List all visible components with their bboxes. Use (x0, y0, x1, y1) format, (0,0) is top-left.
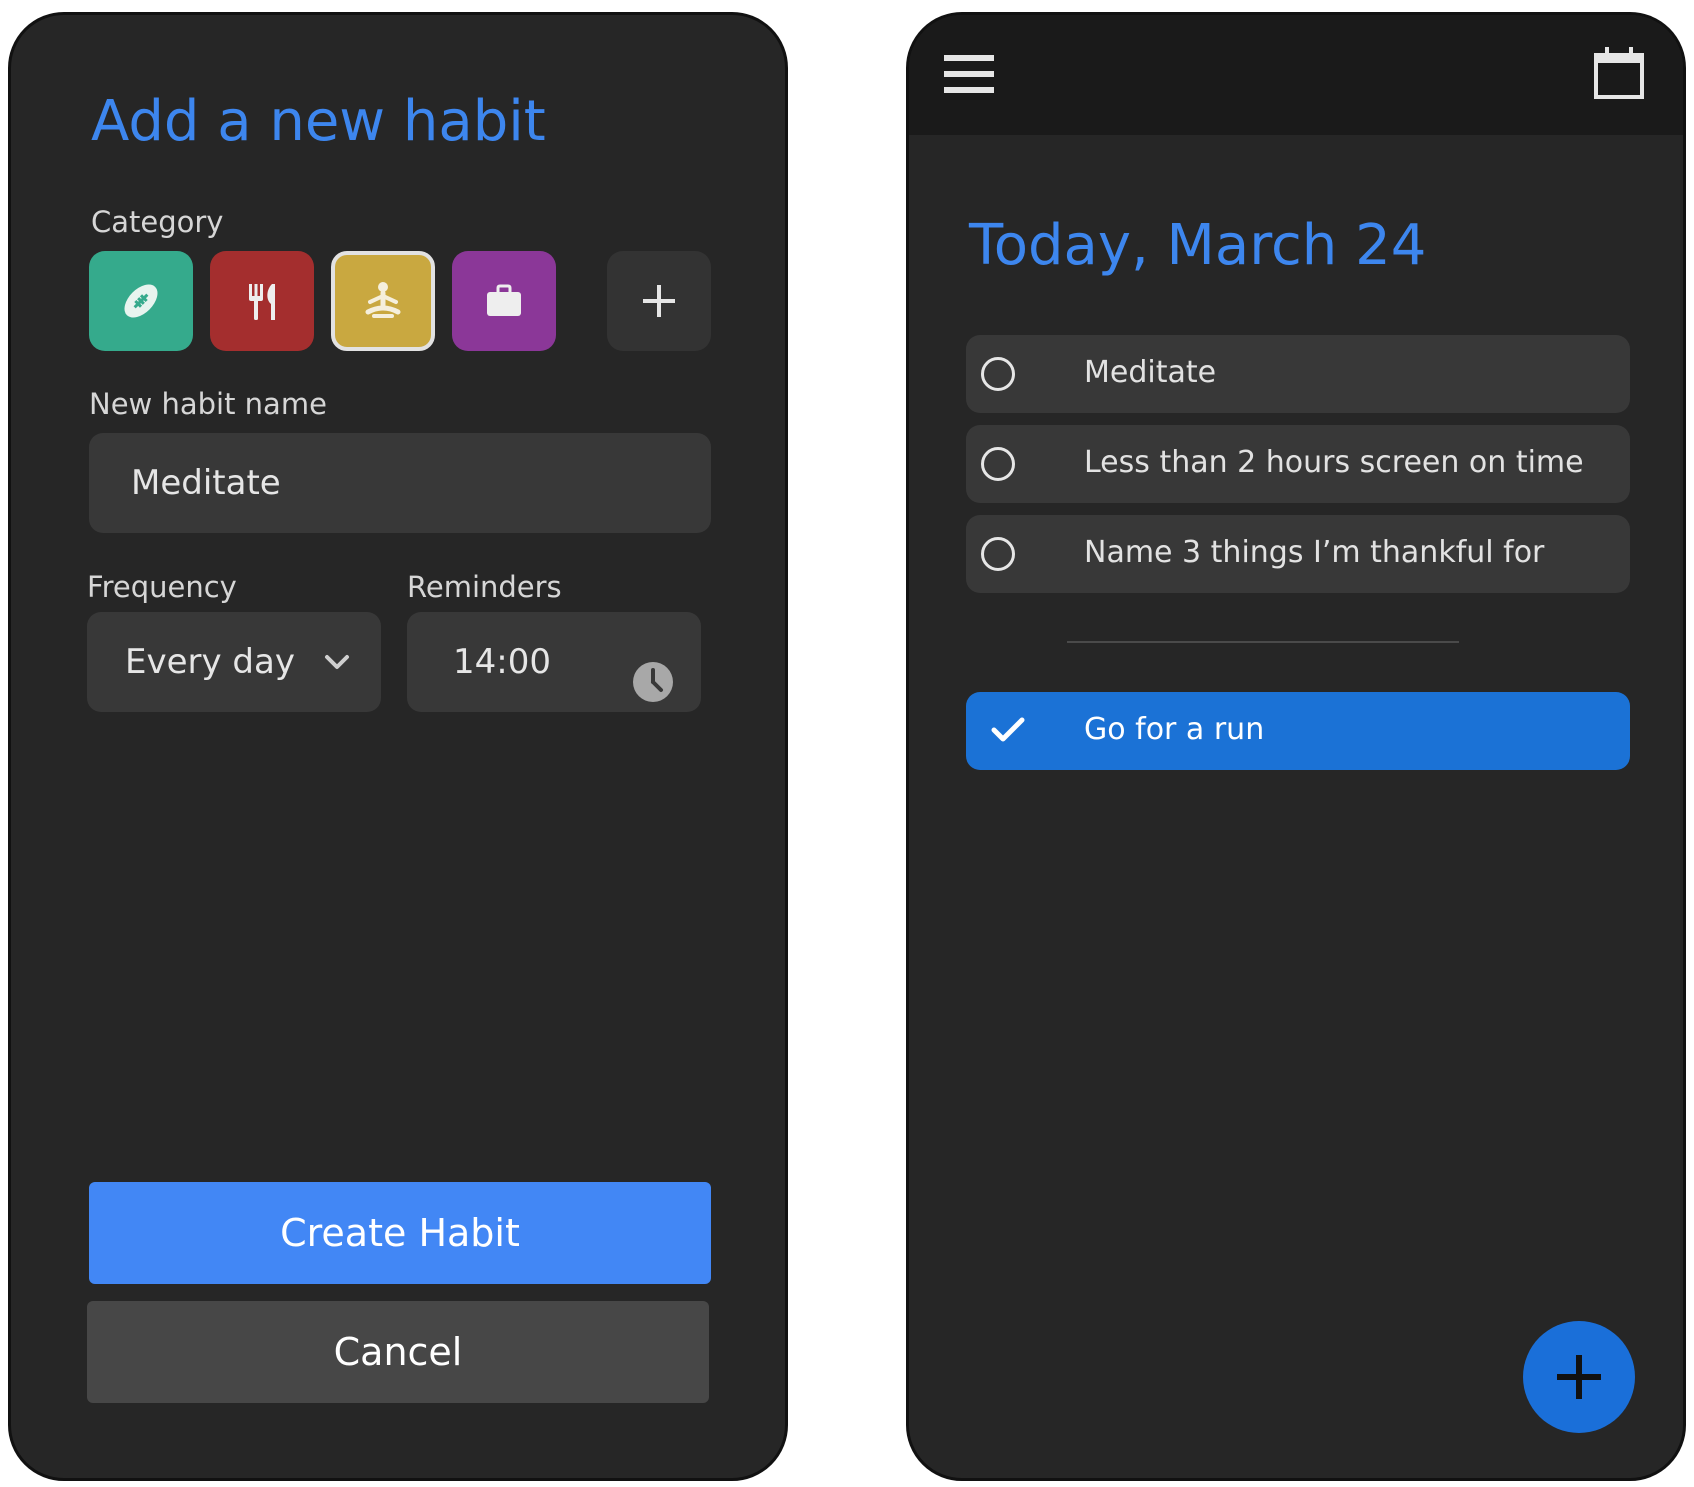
cancel-button[interactable]: Cancel (87, 1301, 709, 1403)
briefcase-icon (487, 284, 521, 316)
category-work-button[interactable] (452, 251, 556, 351)
divider (1067, 641, 1459, 643)
habit-row[interactable]: Meditate (966, 335, 1630, 413)
habit-name-label: New habit name (89, 387, 327, 421)
frequency-select[interactable]: Every day (87, 612, 381, 712)
chevron-down-icon (325, 655, 349, 669)
reminder-time-input[interactable]: 14:00 (407, 612, 701, 712)
top-app-bar (909, 15, 1683, 135)
today-screen: Today, March 24 Meditate Less than 2 hou… (906, 12, 1686, 1481)
unchecked-circle-icon[interactable] (981, 537, 1015, 571)
habit-row[interactable]: Less than 2 hours screen on time (966, 425, 1630, 503)
add-habit-fab[interactable] (1523, 1321, 1635, 1433)
reminder-time-value: 14:00 (453, 642, 551, 682)
add-habit-screen: Add a new habit Category New habit name … (8, 12, 788, 1481)
habit-label: Less than 2 hours screen on time (1084, 445, 1584, 480)
plus-icon (643, 285, 675, 317)
category-label: Category (91, 205, 224, 239)
reminders-label: Reminders (407, 570, 562, 604)
frequency-label: Frequency (87, 570, 237, 604)
habit-row[interactable]: Name 3 things I’m thankful for (966, 515, 1630, 593)
add-category-button[interactable] (607, 251, 711, 351)
habit-name-input[interactable]: Meditate (89, 433, 711, 533)
meditation-icon (365, 282, 401, 318)
habit-label: Go for a run (1084, 712, 1265, 747)
habit-label: Meditate (1084, 355, 1217, 390)
today-title: Today, March 24 (969, 213, 1427, 278)
football-icon (124, 284, 158, 318)
habit-label: Name 3 things I’m thankful for (1084, 535, 1545, 570)
plus-icon (1557, 1355, 1601, 1399)
fork-knife-icon (249, 284, 275, 320)
page-title: Add a new habit (91, 89, 546, 154)
category-food-button[interactable] (210, 251, 314, 351)
unchecked-circle-icon[interactable] (981, 357, 1015, 391)
hamburger-menu-icon[interactable] (942, 52, 996, 96)
habit-name-value: Meditate (131, 463, 281, 503)
frequency-value: Every day (125, 642, 295, 682)
completed-habit-row[interactable]: Go for a run (966, 692, 1630, 770)
unchecked-circle-icon[interactable] (981, 447, 1015, 481)
category-mindfulness-button[interactable] (331, 251, 435, 351)
calendar-icon[interactable] (1592, 45, 1646, 101)
clock-icon (633, 662, 673, 702)
create-habit-button[interactable]: Create Habit (89, 1182, 711, 1284)
checkmark-icon[interactable] (990, 714, 1026, 746)
category-sports-button[interactable] (89, 251, 193, 351)
